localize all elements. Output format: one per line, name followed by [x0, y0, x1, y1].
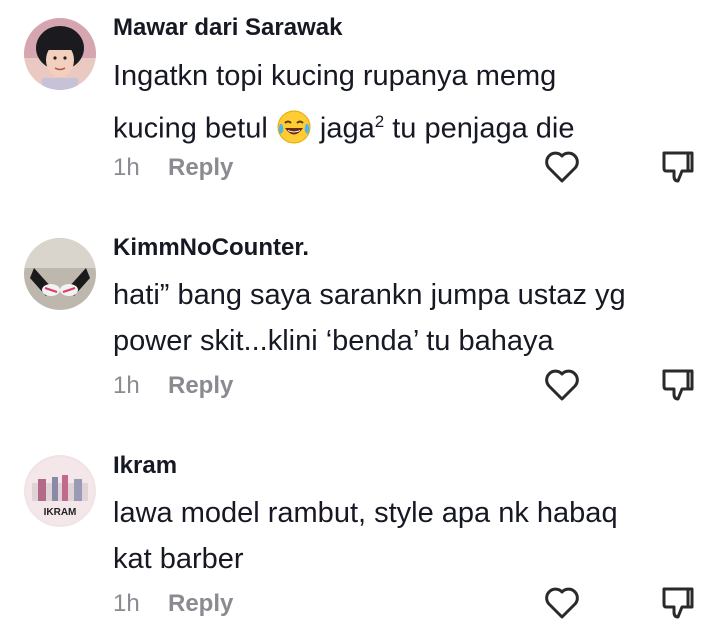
comment-text-line: lawa model rambut, style apa nk habaq: [113, 497, 618, 529]
username[interactable]: Mawar dari Sarawak: [113, 14, 342, 42]
reply-button[interactable]: Reply: [168, 590, 233, 618]
thumbs-down-icon[interactable]: [658, 365, 698, 405]
reply-button[interactable]: Reply: [168, 372, 233, 400]
heart-outline-icon[interactable]: [542, 583, 582, 623]
comment-text: lawa model rambut, style apa nk habaq ka…: [113, 490, 693, 582]
comment-text-segment: jaga: [311, 112, 375, 145]
comment-text-line: power skit...klini ‘benda’ tu bahaya: [113, 325, 554, 357]
comment-text-segment: tu penjaga die: [384, 112, 575, 145]
thumbs-down-icon[interactable]: [658, 147, 698, 187]
comment-text-line: kucing betul jaga2 tu penjaga die: [113, 99, 693, 152]
comment-time: 1h: [113, 590, 140, 617]
comment-text-line: Ingatkn topi kucing rupanya memg: [113, 60, 557, 92]
comment-time: 1h: [113, 372, 140, 399]
thumbs-down-icon[interactable]: [658, 583, 698, 623]
comment-text-segment: kucing betul: [113, 112, 276, 145]
reply-button[interactable]: Reply: [168, 154, 233, 182]
username[interactable]: KimmNoCounter.: [113, 234, 309, 262]
avatar-text: IKRAM: [44, 507, 77, 518]
heart-outline-icon[interactable]: [542, 147, 582, 187]
comment-text-line: kat barber: [113, 543, 244, 575]
avatar[interactable]: IKRAM: [24, 455, 96, 527]
superscript: 2: [374, 112, 385, 131]
avatar[interactable]: [24, 238, 96, 310]
heart-outline-icon[interactable]: [542, 365, 582, 405]
face-with-tears-of-joy-emoji: [277, 110, 311, 144]
avatar[interactable]: [24, 18, 96, 90]
comment-text-line: hati” bang saya sarankn jumpa ustaz yg: [113, 279, 626, 311]
avatar-image: [24, 238, 96, 310]
avatar-image: IKRAM: [24, 455, 96, 527]
comment-text: hati” bang saya sarankn jumpa ustaz yg p…: [113, 272, 693, 364]
comment-text: Ingatkn topi kucing rupanya memg kucing …: [113, 53, 693, 152]
username[interactable]: Ikram: [113, 452, 177, 480]
avatar-image: [24, 18, 96, 90]
comment-time: 1h: [113, 154, 140, 181]
